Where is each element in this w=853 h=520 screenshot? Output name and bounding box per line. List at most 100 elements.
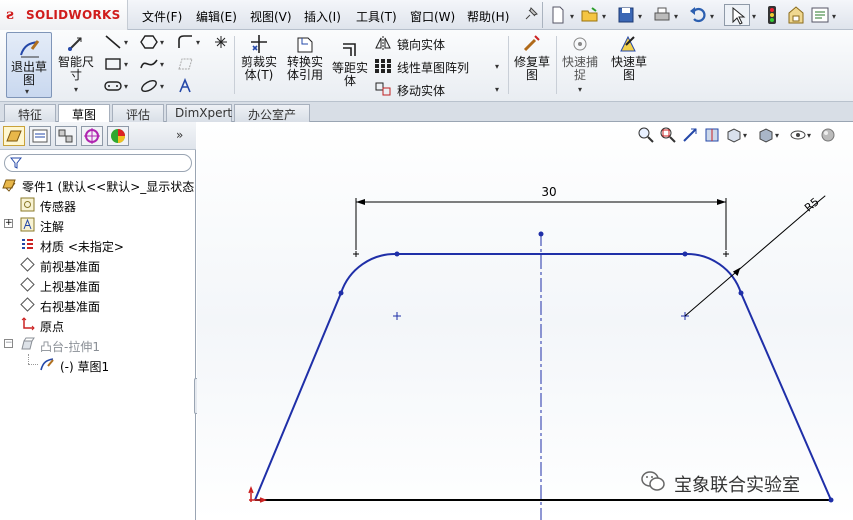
tree-item-boss-extrude[interactable]: − 凸台-拉伸1 (0, 336, 196, 354)
tab-features[interactable]: 特征 (4, 104, 56, 122)
new-document-icon[interactable] (548, 5, 568, 25)
menu-tools[interactable]: 工具(T) (356, 8, 397, 25)
solidworks-logo[interactable]: ƨ SOLIDWORKS (0, 0, 128, 30)
menu-help[interactable]: 帮助(H) (467, 8, 509, 25)
slot-icon[interactable] (104, 78, 122, 94)
rebuild-traffic-light-icon[interactable] (762, 5, 782, 25)
chevron-down-icon[interactable]: ▾ (752, 12, 756, 21)
move-entities-icon[interactable] (374, 81, 392, 97)
menu-window[interactable]: 窗口(W) (410, 8, 455, 25)
chevron-down-icon[interactable]: ▾ (674, 12, 678, 21)
tree-item-material[interactable]: 材质 <未指定> (0, 236, 196, 254)
point-icon[interactable] (212, 34, 230, 50)
spline-icon[interactable] (140, 56, 158, 72)
tree-item-sensors[interactable]: 传感器 (0, 196, 196, 214)
configuration-icon (58, 129, 73, 143)
sketch-point[interactable] (682, 251, 688, 257)
menu-view[interactable]: 视图(V) (250, 8, 292, 25)
centerline-endpoint[interactable] (538, 231, 544, 237)
tab-office-products[interactable]: 办公室产品 (234, 104, 310, 139)
collapse-minus-icon[interactable]: − (4, 339, 13, 348)
radius-dimension[interactable]: R5 (684, 195, 826, 317)
expand-plus-icon[interactable]: + (4, 219, 13, 228)
move-entities-label[interactable]: 移动实体 (397, 82, 445, 99)
offset-entities-button[interactable]: 等距实体 (330, 40, 370, 88)
select-button[interactable] (724, 4, 750, 26)
tree-item-annotations[interactable]: + 注解 (0, 216, 196, 234)
text-icon[interactable] (176, 78, 194, 94)
tab-evaluate[interactable]: 评估 (112, 104, 164, 122)
rapid-sketch-icon (620, 35, 636, 52)
tree-item-sketch1[interactable]: (-) 草图1 (0, 356, 196, 374)
chevron-down-icon[interactable]: ▾ (832, 12, 836, 21)
plane-icon (20, 297, 35, 312)
convert-entities-button[interactable]: 转换实体引用 (284, 34, 326, 82)
chevron-down-icon[interactable]: ▾ (124, 82, 128, 91)
save-icon[interactable] (616, 5, 636, 25)
tree-root-part[interactable]: 零件1 (默认<<默认>_显示状态 (0, 176, 196, 194)
menu-insert[interactable]: 插入(I) (304, 8, 341, 25)
polygon-icon[interactable] (140, 34, 158, 50)
chevron-down-icon[interactable]: ▾ (124, 38, 128, 47)
tab-dimxpert[interactable]: DimXpert (166, 104, 232, 122)
chevron-down-icon[interactable]: ▾ (602, 12, 606, 21)
origin-icon (21, 317, 35, 331)
sketch-point[interactable] (394, 251, 400, 257)
chevron-down-icon[interactable]: ▾ (124, 60, 128, 69)
chevron-down-icon[interactable]: ▾ (495, 85, 499, 94)
tree-item-front-plane[interactable]: 前视基准面 (0, 256, 196, 274)
ds-logo-icon: ƨ (6, 7, 14, 23)
expand-panel-icon[interactable]: » (176, 128, 183, 142)
ellipse-icon[interactable] (140, 78, 158, 94)
linear-pattern-label[interactable]: 线性草图阵列 (397, 59, 469, 76)
feature-manager-tab[interactable] (3, 126, 25, 146)
tree-item-origin[interactable]: 原点 (0, 316, 196, 334)
chevron-down-icon[interactable]: ▾ (710, 12, 714, 21)
configuration-manager-tab[interactable] (55, 126, 77, 146)
tree-filter-field[interactable] (4, 154, 192, 172)
plane-grid-icon[interactable] (176, 56, 194, 72)
rapid-sketch-button[interactable]: 快速草图 (608, 34, 650, 82)
chevron-down-icon[interactable]: ▾ (160, 60, 164, 69)
property-manager-tab[interactable] (29, 126, 51, 146)
width-dimension-text[interactable]: 30 (541, 185, 556, 199)
menu-file[interactable]: 文件(F) (142, 8, 182, 25)
sketch-fillet-icon[interactable] (176, 34, 194, 50)
linear-pattern-icon[interactable] (374, 58, 392, 74)
quick-snaps-button[interactable]: 快速捕捉 ▾ (560, 34, 600, 96)
radius-dimension-text[interactable]: R5 (802, 195, 822, 214)
line-icon[interactable] (104, 34, 122, 50)
exit-sketch-button[interactable]: 退出草图 ▾ (6, 32, 52, 98)
graphics-area[interactable]: ▾ ▾ ▾ 30 R5 宝象联合实验室 (197, 122, 853, 520)
chevron-down-icon[interactable]: ▾ (638, 12, 642, 21)
tree-item-right-plane[interactable]: 右视基准面 (0, 296, 196, 314)
smart-dimension-button[interactable]: 智能尺寸 ▾ (56, 34, 96, 96)
chevron-down-icon[interactable]: ▾ (160, 38, 164, 47)
sketch-point[interactable] (338, 290, 344, 296)
tree-item-top-plane[interactable]: 上视基准面 (0, 276, 196, 294)
chevron-down-icon[interactable]: ▾ (570, 12, 574, 21)
mirror-entities-label[interactable]: 镜向实体 (397, 36, 445, 53)
file-properties-icon[interactable] (786, 5, 806, 25)
dimxpert-manager-tab[interactable] (81, 126, 103, 146)
chevron-down-icon[interactable]: ▾ (196, 38, 200, 47)
menu-edit[interactable]: 编辑(E) (196, 8, 237, 25)
chevron-down-icon[interactable]: ▾ (160, 82, 164, 91)
trim-entities-button[interactable]: 剪裁实体(T) (238, 34, 280, 82)
display-manager-tab[interactable] (107, 126, 129, 146)
arc-center-mark[interactable] (393, 312, 401, 320)
chevron-down-icon[interactable]: ▾ (495, 62, 499, 71)
undo-icon[interactable] (688, 5, 708, 25)
options-icon[interactable] (810, 5, 830, 25)
virtual-sharp-mark (723, 251, 729, 257)
sketch-point[interactable] (828, 497, 834, 503)
repair-sketch-button[interactable]: 修复草图 (512, 34, 552, 82)
pin-icon[interactable] (520, 5, 540, 25)
print-icon[interactable] (652, 5, 672, 25)
open-folder-icon[interactable] (580, 5, 600, 25)
mirror-entities-icon[interactable] (374, 35, 392, 51)
sketch-point[interactable] (738, 290, 744, 296)
tab-sketch[interactable]: 草图 (58, 104, 110, 123)
rectangle-icon[interactable] (104, 56, 122, 72)
sketch-canvas[interactable]: 30 R5 (197, 122, 853, 520)
